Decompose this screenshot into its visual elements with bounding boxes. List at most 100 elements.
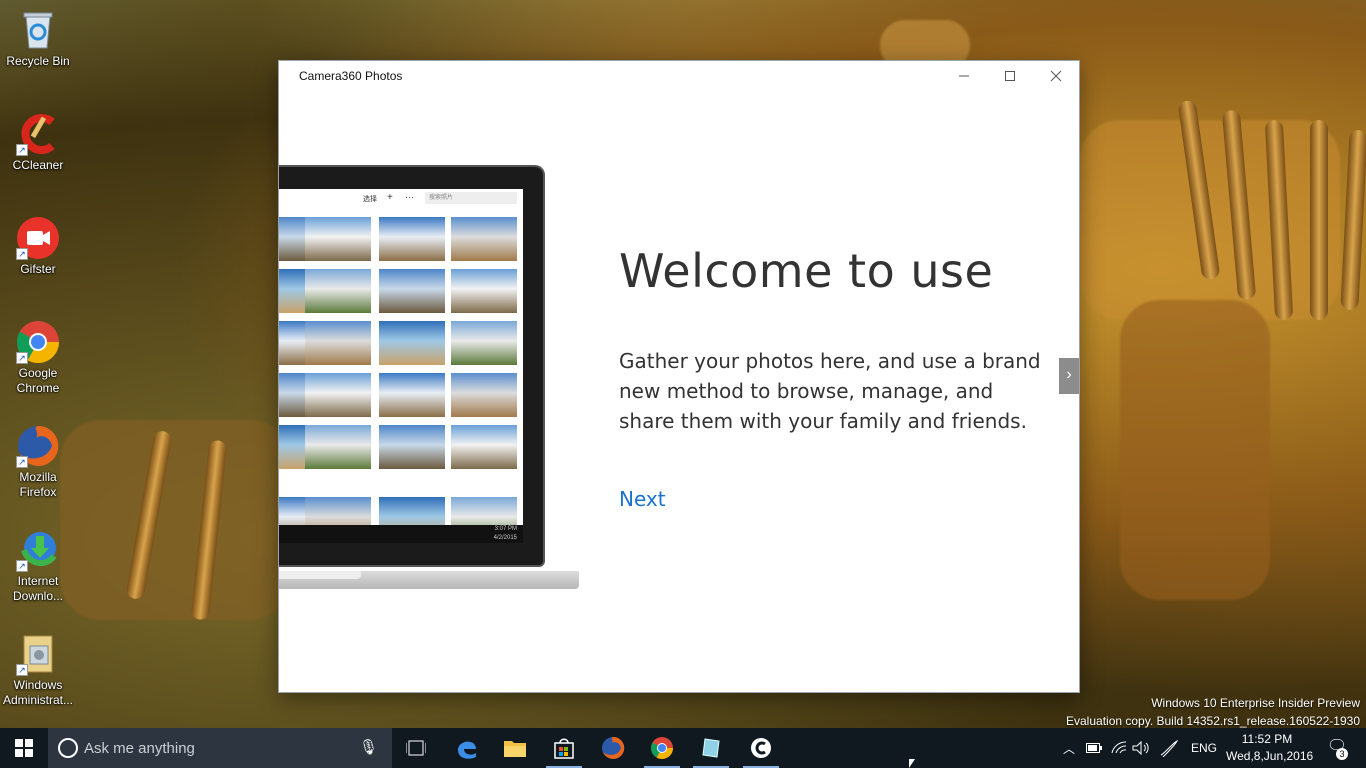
admin-tools-icon: ↗ [16, 632, 60, 676]
next-page-arrow[interactable]: › [1059, 358, 1079, 394]
laptop-screen-content: 选择 + ··· 搜索照片 3:07 PM 4/2/2015 [279, 189, 523, 543]
desktop-icon-ccleaner[interactable]: ↗ CCleaner [2, 112, 74, 173]
next-button[interactable]: Next [619, 487, 666, 511]
language-indicator[interactable]: ENG [1190, 728, 1218, 768]
cortana-icon [58, 738, 78, 758]
taskbar-camera360[interactable] [737, 728, 785, 768]
os-watermark: Windows 10 Enterprise Insider Preview Ev… [1066, 694, 1360, 730]
photo-thumbnail [279, 425, 305, 469]
desktop-icon-label: Gifster [20, 262, 56, 276]
chevron-up-icon: ︿ [1062, 741, 1075, 756]
volume-icon[interactable] [1130, 728, 1152, 768]
start-button[interactable] [0, 728, 48, 768]
welcome-description: Gather your photos here, and use a brand… [619, 349, 1041, 433]
search-placeholder: Ask me anything [84, 740, 195, 757]
maximize-icon [1005, 71, 1015, 81]
taskbar-store[interactable] [540, 728, 588, 768]
maximize-button[interactable] [987, 61, 1033, 91]
desktop-icon-firefox[interactable]: ↗ Mozilla Firefox [2, 424, 74, 500]
window-title: Camera360 Photos [299, 69, 403, 83]
shortcut-arrow-icon: ↗ [16, 456, 28, 468]
taskbar-app-crystal[interactable] [687, 728, 735, 768]
ccleaner-icon: ↗ [16, 112, 60, 156]
laptop-illustration: 选择 + ··· 搜索照片 3:07 PM 4/2/2015 [279, 165, 545, 567]
shortcut-arrow-icon: ↗ [16, 352, 28, 364]
clock-date: Wed,8,Jun,2016 [1226, 749, 1314, 763]
pen-workspace-icon[interactable] [1156, 728, 1182, 768]
action-center-button[interactable]: 🗨 3 [1322, 736, 1352, 760]
recycle-bin-icon [16, 8, 60, 52]
desktop-icon-label: Mozilla Firefox [19, 470, 57, 499]
shortcut-arrow-icon: ↗ [16, 248, 28, 260]
watermark-edition: Windows 10 Enterprise Insider Preview [1151, 696, 1360, 710]
battery-icon[interactable] [1084, 728, 1104, 768]
mock-select-label: 选择 [363, 196, 377, 203]
taskbar-chrome[interactable] [638, 728, 686, 768]
desktop-icon-admin-tools[interactable]: ↗ Windows Administrat... [2, 632, 74, 708]
photo-thumbnail [379, 321, 445, 365]
photo-thumbnail [305, 373, 371, 417]
store-icon [554, 738, 574, 759]
camera360-icon [751, 738, 771, 758]
photo-thumbnail [305, 217, 371, 261]
desktop-icon-gifster[interactable]: ↗ Gifster [2, 216, 74, 277]
photo-thumbnail [379, 217, 445, 261]
network-icon[interactable] [1108, 728, 1130, 768]
photo-thumbnail [279, 269, 305, 313]
mock-add-icon: + [387, 192, 393, 203]
photo-thumbnail [279, 217, 305, 261]
search-box[interactable]: Ask me anything 🎙 [48, 728, 392, 768]
photo-thumbnail [279, 321, 305, 365]
photo-thumbnail [305, 425, 371, 469]
desktop-icon-chrome[interactable]: ↗ Google Chrome [2, 320, 74, 396]
close-button[interactable] [1033, 61, 1079, 91]
title-bar[interactable]: Camera360 Photos [279, 61, 1079, 91]
app-window: Camera360 Photos 选择 + ··· 搜索照片 3:07 PM 4… [279, 61, 1079, 692]
photo-thumbnail [379, 425, 445, 469]
welcome-heading: Welcome to use [619, 244, 994, 298]
shortcut-arrow-icon: ↗ [16, 664, 28, 676]
crystal-app-icon [702, 738, 720, 758]
taskbar: Ask me anything 🎙 ︿ ENG 11:52 PM Wed,8,J… [0, 728, 1366, 768]
desktop-icon-label: Recycle Bin [6, 54, 70, 68]
mock-search-box: 搜索照片 [425, 192, 517, 204]
photo-thumbnail [379, 269, 445, 313]
chrome-icon: ↗ [16, 320, 60, 364]
firefox-icon [602, 736, 625, 759]
mock-more-icon: ··· [405, 192, 414, 202]
photo-thumbnail [305, 321, 371, 365]
windows-logo-icon [15, 739, 33, 757]
taskbar-clock[interactable]: 11:52 PM Wed,8,Jun,2016 [1226, 731, 1314, 765]
clock-time: 11:52 PM [1241, 732, 1293, 746]
mock-clock: 3:07 PM [494, 526, 517, 532]
taskbar-file-explorer[interactable] [491, 728, 539, 768]
task-view-button[interactable] [392, 728, 440, 768]
mouse-cursor-icon [909, 759, 915, 768]
shortcut-arrow-icon: ↗ [16, 144, 28, 156]
notification-count-badge: 3 [1336, 748, 1348, 760]
photo-thumbnail [451, 373, 517, 417]
shortcut-arrow-icon: ↗ [16, 560, 28, 572]
photo-thumbnail [451, 321, 517, 365]
desktop-icon-recycle-bin[interactable]: Recycle Bin [2, 8, 74, 69]
photo-thumbnail [451, 269, 517, 313]
desktop-icon-label: Google Chrome [16, 366, 60, 395]
chevron-right-icon: › [1066, 366, 1072, 383]
show-hidden-icons-button[interactable]: ︿ [1060, 728, 1078, 768]
mock-taskbar: 3:07 PM 4/2/2015 [279, 525, 523, 543]
gifster-icon: ↗ [16, 216, 60, 260]
desktop-icon-label: Internet Downlo... [12, 574, 64, 603]
desktop-icon-idm[interactable]: ↗ Internet Downlo... [2, 528, 74, 604]
close-icon [1050, 70, 1062, 82]
taskbar-firefox[interactable] [589, 728, 637, 768]
firefox-icon: ↗ [16, 424, 60, 468]
photo-thumbnail [305, 269, 371, 313]
photo-thumbnail [451, 425, 517, 469]
laptop-base [279, 571, 579, 589]
taskbar-edge[interactable] [443, 728, 491, 768]
photo-thumbnail [379, 373, 445, 417]
minimize-button[interactable] [941, 61, 987, 91]
photo-thumbnail [451, 217, 517, 261]
chrome-icon [651, 737, 673, 759]
microphone-icon[interactable]: 🎙 [359, 738, 378, 756]
